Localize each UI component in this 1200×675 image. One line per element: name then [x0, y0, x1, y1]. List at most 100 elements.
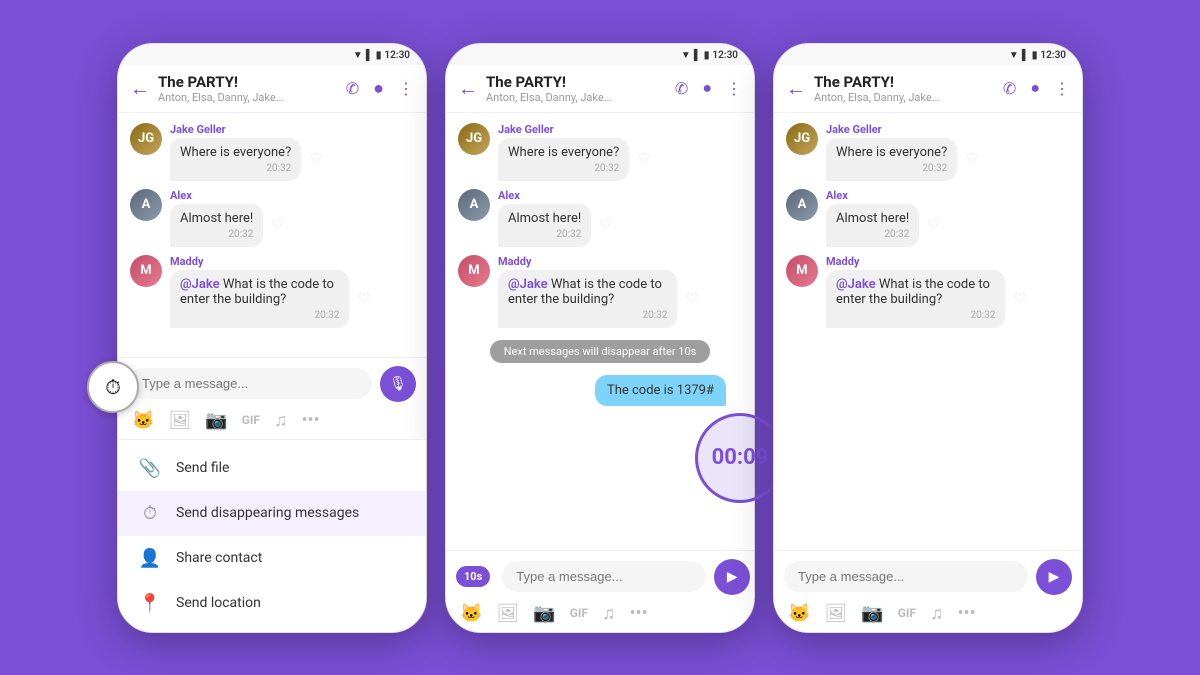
- avatar-jake-3: JG: [786, 123, 818, 155]
- image-icon-2[interactable]: 🖼: [496, 603, 519, 624]
- toolbar-icons-2: 🐱 🖼 📷 GIF ♫ •••: [456, 603, 744, 624]
- timer-icon-external: ⏱: [87, 361, 139, 413]
- sent-text-2: The code is 1379#: [607, 383, 714, 398]
- bubble-maddy-1: @Jake What is the code to enter the buil…: [170, 270, 349, 328]
- phone-3-wrapper: ▼ ▌ ▮ 12:30 ← The PARTY! Anton, Elsa, Da…: [773, 43, 1083, 633]
- status-bar-2: ▼ ▌ ▮ 12:30: [446, 44, 754, 65]
- msg-time-alex-2: 20:32: [508, 229, 581, 240]
- call-icon-2[interactable]: ✆: [675, 79, 688, 98]
- sender-alex-3: Alex: [826, 189, 940, 202]
- menu-send-file[interactable]: 📎 Send file: [118, 446, 426, 491]
- sticker-icon-2[interactable]: 🐱: [460, 603, 482, 624]
- header-actions-1: ✆ ● ⋮: [346, 78, 414, 99]
- msg-text-alex-1: Almost here!: [180, 211, 253, 226]
- back-button-3[interactable]: ←: [786, 76, 806, 101]
- gif-icon-1[interactable]: GIF: [242, 413, 260, 427]
- toolbar-icons-1: 🐱 🖼 📷 GIF ♫ •••: [128, 410, 416, 431]
- image-icon-3[interactable]: 🖼: [824, 603, 847, 624]
- audio-icon-1[interactable]: ♫: [274, 410, 288, 431]
- time-display-2: 12:30: [712, 50, 738, 61]
- more-icon-1[interactable]: ⋮: [398, 79, 414, 98]
- back-button-2[interactable]: ←: [458, 76, 478, 101]
- sticker-icon-3[interactable]: 🐱: [788, 603, 810, 624]
- sticker-icon-1[interactable]: 🐱: [132, 410, 154, 431]
- like-maddy-2[interactable]: ♡: [685, 291, 698, 307]
- more-tools-icon-2[interactable]: •••: [629, 603, 647, 624]
- sender-alex-2: Alex: [498, 189, 612, 202]
- message-input-3[interactable]: [784, 561, 1028, 592]
- chat-title-1: The PARTY!: [158, 73, 338, 91]
- more-icon-3[interactable]: ⋮: [1054, 79, 1070, 98]
- wifi-icon-3: ▼: [1009, 50, 1019, 61]
- msg-time-jake-2: 20:32: [508, 163, 619, 174]
- more-tools-icon-3[interactable]: •••: [957, 603, 975, 624]
- msg-time-alex-3: 20:32: [836, 229, 909, 240]
- messages-area-3: JG Jake Geller Where is everyone? 20:32 …: [774, 113, 1082, 550]
- camera-icon-3[interactable]: 📷: [861, 603, 883, 624]
- bubble-wrap-alex-1: Alex Almost here! 20:32 ♡: [170, 189, 284, 247]
- like-alex-1[interactable]: ♡: [271, 217, 284, 233]
- like-jake-2[interactable]: ♡: [637, 151, 650, 167]
- camera-icon-1[interactable]: 📷: [205, 410, 227, 431]
- gif-icon-2[interactable]: GIF: [570, 606, 588, 620]
- like-jake-3[interactable]: ♡: [965, 151, 978, 167]
- like-jake-1[interactable]: ♡: [309, 151, 322, 167]
- sender-alex-1: Alex: [170, 189, 284, 202]
- msg-time-maddy-3: 20:32: [836, 310, 995, 321]
- like-alex-2[interactable]: ♡: [599, 217, 612, 233]
- msg-time-jake-1: 20:32: [180, 163, 291, 174]
- wifi-icon-2: ▼: [681, 50, 691, 61]
- avatar-alex-1: A: [130, 189, 162, 221]
- back-button-1[interactable]: ←: [130, 76, 150, 101]
- battery-icon-3: ▮: [1032, 50, 1038, 61]
- msg-time-alex-1: 20:32: [180, 229, 253, 240]
- disappearing-label: Send disappearing messages: [176, 505, 359, 521]
- audio-icon-3[interactable]: ♫: [930, 603, 944, 624]
- more-icon-2[interactable]: ⋮: [726, 79, 742, 98]
- menu-send-location[interactable]: 📍 Send location: [118, 581, 426, 626]
- audio-icon-2[interactable]: ♫: [602, 603, 616, 624]
- call-icon-1[interactable]: ✆: [346, 79, 359, 98]
- menu-disappearing[interactable]: ⏱ Send disappearing messages: [118, 491, 426, 536]
- message-row-alex-3: A Alex Almost here! 20:32 ♡: [786, 189, 1070, 247]
- more-tools-icon-1[interactable]: •••: [301, 410, 319, 431]
- video-icon-2[interactable]: ●: [702, 78, 712, 98]
- video-icon-3[interactable]: ●: [1030, 78, 1040, 98]
- avatar-maddy-2: M: [458, 255, 490, 287]
- phone-2: ▼ ▌ ▮ 12:30 ← The PARTY! Anton, Elsa, Da…: [445, 43, 755, 633]
- input-row-2: 10s ▶: [456, 559, 744, 595]
- gif-icon-3[interactable]: GIF: [898, 606, 916, 620]
- input-area-1: 🎙 🐱 🖼 📷 GIF ♫ •••: [118, 357, 426, 439]
- bubble-jake-3: Where is everyone? 20:32: [826, 138, 957, 181]
- status-icons-1: ▼ ▌ ▮ 12:30: [353, 50, 410, 61]
- call-icon-3[interactable]: ✆: [1003, 79, 1016, 98]
- message-input-2[interactable]: [502, 561, 706, 592]
- camera-icon-2[interactable]: 📷: [533, 603, 555, 624]
- like-maddy-1[interactable]: ♡: [357, 291, 370, 307]
- msg-full-maddy-3: @Jake What is the code to enter the buil…: [826, 270, 1026, 328]
- bubble-wrap-alex-2: Alex Almost here! 20:32 ♡: [498, 189, 612, 247]
- bubble-alex-3: Almost here! 20:32: [826, 204, 919, 247]
- signal-icon: ▌: [366, 50, 373, 61]
- message-row-jake-2: JG Jake Geller Where is everyone? 20:32 …: [458, 123, 742, 181]
- like-alex-3[interactable]: ♡: [927, 217, 940, 233]
- share-contact-icon: 👤: [138, 548, 162, 569]
- like-maddy-3[interactable]: ♡: [1013, 291, 1026, 307]
- msg-time-maddy-1: 20:32: [180, 310, 339, 321]
- message-input-1[interactable]: [128, 368, 372, 399]
- input-area-3: ▶ 🐱 🖼 📷 GIF ♫ •••: [774, 550, 1082, 632]
- input-row-1: 🎙: [128, 366, 416, 402]
- send-button-2[interactable]: ▶: [714, 559, 750, 595]
- sender-maddy-1: Maddy: [170, 255, 370, 268]
- mic-button-1[interactable]: 🎙: [380, 366, 416, 402]
- status-bar-3: ▼ ▌ ▮ 12:30: [774, 44, 1082, 65]
- image-icon-1[interactable]: 🖼: [168, 410, 191, 431]
- bubble-alex-1: Almost here! 20:32: [170, 204, 263, 247]
- send-button-3[interactable]: ▶: [1036, 559, 1072, 595]
- message-row-jake-3: JG Jake Geller Where is everyone? 20:32 …: [786, 123, 1070, 181]
- bubble-wrap-alex-3: Alex Almost here! 20:32 ♡: [826, 189, 940, 247]
- menu-share-contact[interactable]: 👤 Share contact: [118, 536, 426, 581]
- msg-text-jake-1: Where is everyone?: [180, 145, 291, 160]
- msg-text-alex-3: Almost here!: [836, 211, 909, 226]
- video-icon-1[interactable]: ●: [373, 78, 384, 99]
